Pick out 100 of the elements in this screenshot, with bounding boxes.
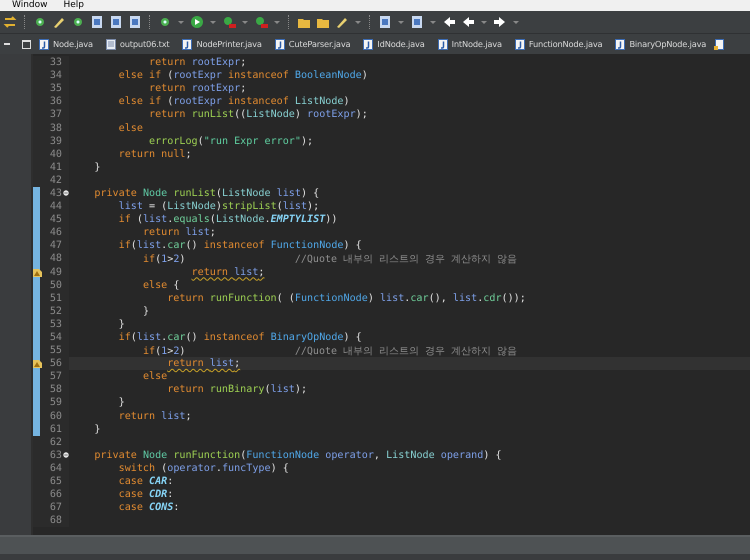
- line-number: 59: [48, 397, 62, 408]
- fold-icon[interactable]: [63, 190, 69, 196]
- code-line: else: [142, 371, 168, 382]
- code-line: return null;: [118, 148, 192, 160]
- line-number: 41: [48, 162, 62, 173]
- code-line: private Node runFunction(FunctionNode operator, ListNode operand) {: [93, 450, 502, 461]
- line-number: 64: [48, 462, 62, 474]
- java-file-icon: [363, 38, 374, 50]
- java-file-icon: [274, 38, 285, 50]
- caret-icon[interactable]: [397, 18, 405, 26]
- code-line: else {: [142, 280, 180, 291]
- code-line: if(1>2) //Quote 내부의 리스트의 경우 계산하지 않음: [142, 344, 518, 358]
- text-file-icon: [106, 38, 116, 50]
- line-number: 61: [48, 424, 62, 435]
- swap-arrows-icon[interactable]: [3, 15, 17, 29]
- java-file-icon: [39, 38, 49, 50]
- line-number: 62: [48, 436, 62, 448]
- code-line: private Node runList(ListNode list) {: [93, 188, 320, 199]
- line-number: 67: [48, 502, 62, 514]
- java-file-icon: [438, 38, 448, 50]
- code-line: }: [142, 306, 150, 317]
- code-line: else: [118, 122, 143, 134]
- caret-icon[interactable]: [429, 18, 437, 26]
- java-file-icon: [714, 38, 724, 50]
- java-file-icon: [615, 38, 626, 50]
- editor-tab[interactable]: IdNode.java: [358, 34, 433, 54]
- code-line: return runBinary(list);: [166, 384, 308, 396]
- line-number: 39: [48, 136, 62, 147]
- editor-tab[interactable]: NodePrinter.java: [177, 34, 270, 54]
- line-number: 34: [48, 70, 62, 82]
- menu-item[interactable]: Help: [64, 0, 84, 11]
- code-line: }: [93, 424, 100, 435]
- line-number: 47: [48, 240, 62, 252]
- caret-icon[interactable]: [177, 18, 185, 26]
- editor-tab[interactable]: output06.txt: [100, 34, 178, 54]
- code-line: if (list.equals(ListNode.EMPTYLIST)): [118, 214, 338, 226]
- line-number: 68: [48, 515, 62, 526]
- brush-icon[interactable]: [335, 15, 349, 29]
- line-number: 51: [48, 292, 62, 304]
- document-icon[interactable]: [128, 15, 142, 29]
- code-line: }: [118, 397, 125, 408]
- code-line: case CAR:: [118, 476, 174, 488]
- caret-icon[interactable]: [209, 18, 217, 26]
- code-line: list = (ListNode)stripList(list);: [118, 201, 320, 212]
- document-icon[interactable]: [90, 15, 104, 29]
- code-line: if(list.car() instanceof FunctionNode) {: [118, 240, 362, 252]
- line-number: 65: [48, 476, 62, 488]
- line-number: 56: [48, 358, 62, 370]
- code-line: if(list.car() instanceof BinaryOpNode) {: [118, 332, 362, 344]
- code-line: return runFunction( (FunctionNode) list.car(), list.cdr());: [166, 292, 526, 304]
- line-number: 52: [48, 306, 62, 317]
- code-line: else if (rootExpr instanceof ListNode): [118, 96, 350, 108]
- line-number: 57: [48, 371, 62, 382]
- line-number: 50: [48, 280, 62, 291]
- caret-icon[interactable]: [512, 18, 520, 26]
- arrow-left-icon[interactable]: [442, 15, 456, 29]
- minimize-icon[interactable]: [4, 40, 12, 48]
- line-number: 44: [48, 201, 62, 212]
- play-icon[interactable]: [190, 15, 204, 29]
- line-number: 54: [48, 332, 62, 344]
- caret-icon[interactable]: [273, 18, 281, 26]
- brush-icon[interactable]: [52, 15, 66, 29]
- line-number: 46: [48, 227, 62, 238]
- caret-icon[interactable]: [241, 18, 249, 26]
- menu-item[interactable]: Window: [12, 0, 48, 11]
- code-line: }: [93, 162, 100, 173]
- code-line: errorLog("run Expr error");: [148, 136, 314, 147]
- line-number: 53: [48, 318, 62, 330]
- code-line: case CONS:: [118, 502, 180, 514]
- editor-tab[interactable]: CuteParser.java: [270, 34, 358, 54]
- editor-tab[interactable]: BinaryOpNode.java: [610, 34, 714, 54]
- line-number: 40: [48, 148, 62, 160]
- line-number: 36: [48, 96, 62, 108]
- line-number: 63: [48, 450, 62, 461]
- maximize-icon[interactable]: [22, 40, 31, 48]
- code-line: return list;: [142, 227, 216, 238]
- line-number: 45: [48, 214, 62, 226]
- editor-tab[interactable]: Node.java: [34, 34, 101, 54]
- caret-icon[interactable]: [354, 18, 362, 26]
- arrow-right-icon[interactable]: [493, 15, 507, 29]
- line-number: 58: [48, 384, 62, 396]
- caret-icon[interactable]: [480, 18, 488, 26]
- fold-icon[interactable]: [63, 452, 69, 458]
- editor-tab[interactable]: IntNode.java: [432, 34, 510, 54]
- line-number: 55: [48, 345, 62, 356]
- line-number: 35: [48, 83, 62, 94]
- arrow-left-icon[interactable]: [461, 15, 475, 29]
- line-number: 42: [48, 174, 62, 186]
- line-number: 66: [48, 489, 62, 500]
- document-icon[interactable]: [410, 15, 424, 29]
- code-line: case CDR:: [118, 489, 174, 500]
- code-line: switch (operator.funcType) {: [118, 462, 289, 474]
- line-number: 48: [48, 253, 62, 264]
- document-icon[interactable]: [378, 15, 392, 29]
- code-line: return rootExpr;: [148, 83, 246, 94]
- code-line: else if (rootExpr instanceof BooleanNode): [118, 70, 368, 82]
- document-icon[interactable]: [109, 15, 123, 29]
- code-line: return rootExpr;: [148, 57, 246, 68]
- editor-tab[interactable]: FunctionNode.java: [510, 34, 610, 54]
- java-file-icon: [514, 38, 525, 50]
